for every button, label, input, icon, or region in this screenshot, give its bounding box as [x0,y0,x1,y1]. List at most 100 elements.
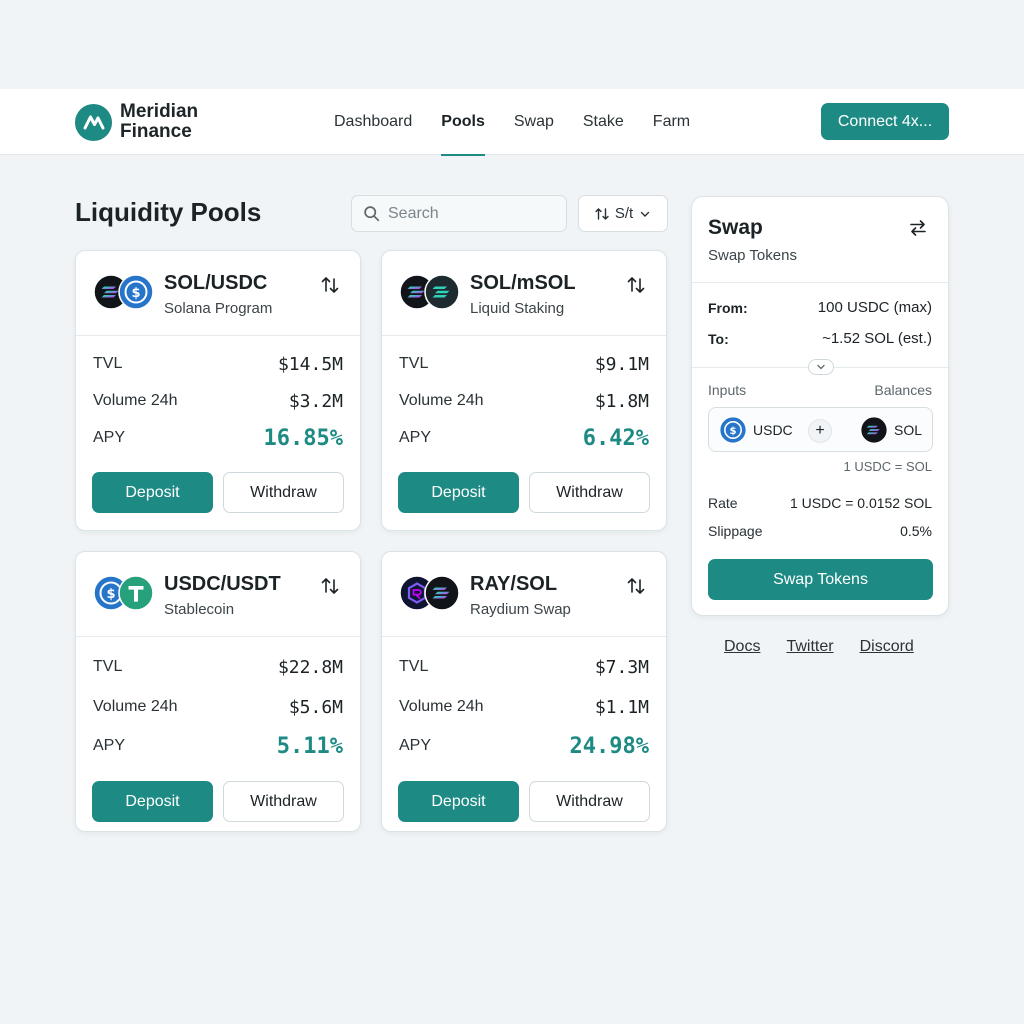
rate-label: Rate [708,495,738,511]
stat-label: APY [399,429,432,446]
swap-panel: Swap Swap Tokens From: 100 USDC (max) To… [691,196,949,616]
footer-links: Docs Twitter Discord [724,638,914,656]
usdc-icon [118,274,154,310]
pool-pair: USDC/USDT [164,573,281,595]
rate-value: 1 USDC = 0.0152 SOL [789,495,932,511]
stat-label: Volume 24h [93,698,178,715]
stat-row-volume: Volume 24h $5.6M [93,695,343,719]
pair-rate: 1 USDC = SOL [843,459,932,474]
swap-panel-subtitle: Swap Tokens [708,247,797,264]
stat-row-apy: APY 24.98% [399,733,649,759]
search-icon [364,206,380,222]
pool-subtitle: Solana Program [164,300,273,317]
pool-subtitle: Raydium Swap [470,601,571,618]
to-value: ~1.52 SOL (est.) [822,330,932,347]
brand-name-line2: Finance [120,121,192,142]
swap-direction-icon[interactable] [318,574,342,598]
stat-row-tvl: TVL $22.8M [93,655,343,679]
balances-label: Balances [874,382,932,398]
apy-value: 16.85% [263,425,343,451]
stat-row-apy: APY 6.42% [399,425,649,451]
connect-wallet-button[interactable]: Connect 4x... [821,103,949,140]
brand-name: Meridian Finance [120,102,198,142]
pool-card-header: RAY/SOL Raydium Swap [382,552,666,637]
pool-card-header: USDC/USDT Stablecoin [76,552,360,637]
withdraw-button[interactable]: Withdraw [529,472,650,513]
chevron-down-icon [640,211,650,217]
withdraw-button[interactable]: Withdraw [223,472,344,513]
expand-chevron-button[interactable] [808,359,834,375]
sort-icon [595,207,609,220]
deposit-button[interactable]: Deposit [398,472,519,513]
nav-farm[interactable]: Farm [653,89,690,155]
brand-logo-icon [75,103,112,141]
stat-label: TVL [399,355,429,372]
from-label: From: [708,299,748,316]
search-box[interactable] [351,195,567,232]
stat-row-tvl: TVL $9.1M [399,352,649,376]
msol-icon [424,274,460,310]
nav-pools[interactable]: Pools [441,89,485,156]
footer-link-docs[interactable]: Docs [724,638,760,656]
sort-button[interactable]: S/t [578,195,668,232]
divider [692,282,948,283]
deposit-button[interactable]: Deposit [92,472,213,513]
tvl-value: $14.5M [277,353,343,375]
apy-value: 6.42% [582,425,649,451]
volume-value: $3.2M [288,390,343,412]
deposit-button[interactable]: Deposit [92,781,213,822]
slippage-label: Slippage [708,523,763,539]
swap-tokens-button[interactable]: Swap Tokens [708,559,933,600]
pool-card-sol-usdc: SOL/USDC Solana Program TVL $14.5M Volum… [75,250,361,531]
apy-value: 24.98% [569,733,649,759]
stat-row-tvl: TVL $7.3M [399,655,649,679]
stat-label: TVL [399,658,429,675]
nav-swap[interactable]: Swap [514,89,554,155]
tvl-value: $9.1M [594,353,649,375]
pool-card-sol-msol: SOL/mSOL Liquid Staking TVL $9.1M Volume… [381,250,667,531]
pool-card-ray-sol: RAY/SOL Raydium Swap TVL $7.3M Volume 24… [381,551,667,832]
footer-link-twitter[interactable]: Twitter [786,638,833,656]
add-token-button[interactable]: + [808,419,832,443]
stat-label: Volume 24h [399,392,484,409]
brand-name-line1: Meridian [120,101,199,122]
token-pair-selector: USDC + SOL [708,407,933,452]
stat-row-apy: APY 16.85% [93,425,343,451]
inputs-balances-row: Inputs Balances [708,382,932,398]
footer-link-discord[interactable]: Discord [860,638,914,656]
stat-row-volume: Volume 24h $1.8M [399,389,649,413]
token-b-label: SOL [893,422,922,438]
search-input[interactable] [388,204,558,223]
token-pair-icons [399,575,461,611]
stat-row-apy: APY 5.11% [93,733,343,759]
swap-panel-title: Swap [708,216,763,239]
nav-dashboard[interactable]: Dashboard [334,89,412,155]
stat-row-volume: Volume 24h $1.1M [399,695,649,719]
nav-stake[interactable]: Stake [583,89,624,155]
tvl-value: $22.8M [277,656,343,678]
top-navbar: Meridian Finance Dashboard Pools Swap St… [0,89,1024,156]
withdraw-button[interactable]: Withdraw [223,781,344,822]
stat-label: APY [93,737,126,754]
token-pair-icons [399,274,461,310]
apy-value: 5.11% [276,733,343,759]
chevron-down-icon [817,364,825,370]
page-title: Liquidity Pools [75,197,262,227]
swap-direction-icon[interactable] [624,574,648,598]
pool-pair: SOL/mSOL [470,272,576,294]
pool-card-usdc-usdt: USDC/USDT Stablecoin TVL $22.8M Volume 2… [75,551,361,832]
token-a-select[interactable]: USDC [719,416,793,444]
pool-card-header: SOL/USDC Solana Program [76,251,360,336]
stat-label: APY [93,429,126,446]
brand[interactable]: Meridian Finance [75,102,198,142]
from-value: 100 USDC (max) [817,299,932,316]
token-b-select[interactable]: SOL [860,416,922,444]
slippage-value: 0.5% [900,523,932,539]
pair-rate-row: 1 USDC = SOL [708,459,932,474]
swap-direction-icon[interactable] [624,273,648,297]
swap-direction-icon[interactable] [318,273,342,297]
nav-links: Dashboard Pools Swap Stake Farm [334,89,719,156]
swap-settings-icon[interactable] [908,218,928,238]
withdraw-button[interactable]: Withdraw [529,781,650,822]
deposit-button[interactable]: Deposit [398,781,519,822]
